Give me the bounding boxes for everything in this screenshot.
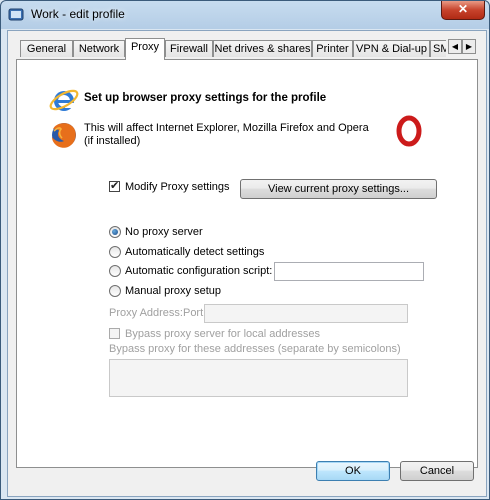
tab-strip: General Network Proxy Firewall Net drive…	[16, 38, 446, 60]
tab-net-drives[interactable]: Net drives & shares	[213, 40, 312, 57]
no-proxy-radio[interactable]	[109, 226, 121, 238]
modify-proxy-label[interactable]: Modify Proxy settings	[125, 181, 230, 193]
firefox-icon	[52, 123, 76, 148]
client-area: General Network Proxy Firewall Net drive…	[7, 30, 487, 497]
cancel-button[interactable]: Cancel	[400, 461, 474, 481]
tab-network[interactable]: Network	[73, 40, 125, 57]
bypass-local-label[interactable]: Bypass proxy server for local addresses	[125, 328, 320, 340]
tab-smtp[interactable]: SMT	[430, 40, 446, 57]
dialog-window: Work - edit profile ✕ General Network Pr…	[0, 0, 490, 500]
opera-icon	[396, 115, 422, 147]
tab-firewall[interactable]: Firewall	[165, 40, 213, 57]
modify-proxy-checkbox[interactable]	[109, 179, 120, 192]
proxy-description: This will affect Internet Explorer, Mozi…	[84, 122, 369, 147]
tab-scroll-left-icon[interactable]: ◀	[448, 39, 462, 54]
manual-proxy-label[interactable]: Manual proxy setup	[125, 285, 221, 297]
window-title: Work - edit profile	[31, 7, 125, 21]
auto-config-script-radio[interactable]	[109, 265, 121, 277]
auto-config-script-label[interactable]: Automatic configuration script:	[125, 265, 272, 277]
proxy-address-port-input[interactable]	[204, 304, 408, 323]
bypass-list-textarea[interactable]	[109, 359, 408, 397]
tab-general[interactable]: General	[20, 40, 73, 57]
bypass-local-checkbox[interactable]	[109, 328, 120, 339]
auto-detect-radio[interactable]	[109, 246, 121, 258]
title-bar[interactable]: Work - edit profile ✕	[1, 1, 489, 27]
bypass-list-label: Bypass proxy for these addresses (separa…	[109, 343, 401, 355]
no-proxy-label[interactable]: No proxy server	[125, 226, 203, 238]
view-current-proxy-button[interactable]: View current proxy settings...	[240, 179, 437, 199]
tab-proxy[interactable]: Proxy	[125, 38, 165, 60]
manual-proxy-radio[interactable]	[109, 285, 121, 297]
app-icon	[8, 8, 24, 21]
tab-scroll-right-icon[interactable]: ▶	[462, 39, 476, 54]
proxy-address-port-label: Proxy Address:Port	[109, 307, 204, 319]
auto-config-script-input[interactable]	[274, 262, 424, 281]
proxy-heading: Set up browser proxy settings for the pr…	[84, 92, 327, 104]
tab-printer[interactable]: Printer	[312, 40, 353, 57]
close-button[interactable]: ✕	[441, 1, 485, 20]
internet-explorer-icon	[49, 89, 79, 111]
tab-vpn[interactable]: VPN & Dial-up	[353, 40, 430, 57]
ok-button[interactable]: OK	[316, 461, 390, 481]
auto-detect-label[interactable]: Automatically detect settings	[125, 246, 264, 258]
